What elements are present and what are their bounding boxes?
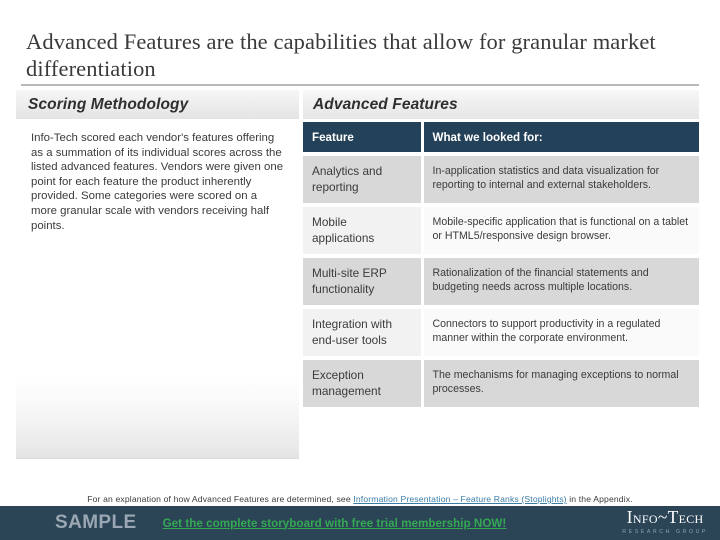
logo-wordmark: Info~Tech [626, 507, 704, 527]
cell-feature: Exception management [303, 360, 421, 407]
feature-name: Mobile applications [312, 215, 375, 245]
cell-feature: Integration with end-user tools [303, 309, 421, 356]
table-row: Exception management The mechanisms for … [303, 360, 699, 407]
promo-link[interactable]: Get the complete storyboard with free tr… [163, 517, 507, 530]
feature-name: Multi-site ERP functionality [312, 266, 387, 296]
column-header-feature: Feature [303, 122, 421, 152]
footnote: For an explanation of how Advanced Featu… [0, 494, 720, 504]
scoring-methodology-title: Scoring Methodology [28, 95, 189, 113]
page-title: Advanced Features are the capabilities t… [26, 29, 656, 81]
cell-feature: Multi-site ERP functionality [303, 258, 421, 305]
feature-name: Exception management [312, 368, 381, 398]
column-header-description: What we looked for: [423, 122, 699, 152]
feature-description: In-application statistics and data visua… [432, 165, 660, 191]
table-row: Mobile applications Mobile-specific appl… [303, 207, 699, 254]
footnote-suffix: in the Appendix. [566, 494, 633, 504]
footnote-link[interactable]: Information Presentation – Feature Ranks… [353, 494, 566, 504]
cell-feature: Analytics and reporting [303, 156, 421, 203]
cell-description: In-application statistics and data visua… [423, 156, 699, 203]
scoring-methodology-panel: Scoring Methodology Info-Tech scored eac… [16, 90, 299, 459]
scoring-methodology-header: Scoring Methodology [16, 90, 299, 119]
cell-feature: Mobile applications [303, 207, 421, 254]
cell-description: Rationalization of the financial stateme… [423, 258, 699, 305]
cell-description: Connectors to support productivity in a … [423, 309, 699, 356]
bottom-bar: SAMPLE Get the complete storyboard with … [0, 506, 720, 540]
advanced-features-table: Feature What we looked for: Analytics an… [303, 122, 699, 407]
title-divider [21, 84, 699, 86]
feature-name: Integration with end-user tools [312, 317, 393, 347]
feature-description: The mechanisms for managing exceptions t… [432, 369, 679, 395]
feature-name: Analytics and reporting [312, 164, 383, 194]
advanced-features-header: Advanced Features [303, 90, 699, 119]
cell-description: Mobile-specific application that is func… [423, 207, 699, 254]
footnote-prefix: For an explanation of how Advanced Featu… [87, 494, 354, 504]
info-tech-logo: Info~Tech RESEARCH GROUP [622, 507, 708, 535]
table-header-row: Feature What we looked for: [303, 122, 699, 152]
sample-watermark: SAMPLE [55, 512, 137, 533]
table-row: Multi-site ERP functionality Rationaliza… [303, 258, 699, 305]
feature-description: Rationalization of the financial stateme… [432, 267, 649, 293]
advanced-features-title: Advanced Features [313, 95, 458, 113]
logo-tagline: RESEARCH GROUP [622, 528, 708, 535]
feature-description: Mobile-specific application that is func… [432, 216, 689, 242]
scoring-methodology-body: Info-Tech scored each vendor's features … [16, 119, 299, 459]
feature-description: Connectors to support productivity in a … [432, 318, 661, 344]
table-row: Analytics and reporting In-application s… [303, 156, 699, 203]
cell-description: The mechanisms for managing exceptions t… [423, 360, 699, 407]
advanced-features-panel: Advanced Features Feature What we looked… [303, 90, 699, 407]
table-row: Integration with end-user tools Connecto… [303, 309, 699, 356]
scoring-methodology-text: Info-Tech scored each vendor's features … [31, 132, 284, 232]
